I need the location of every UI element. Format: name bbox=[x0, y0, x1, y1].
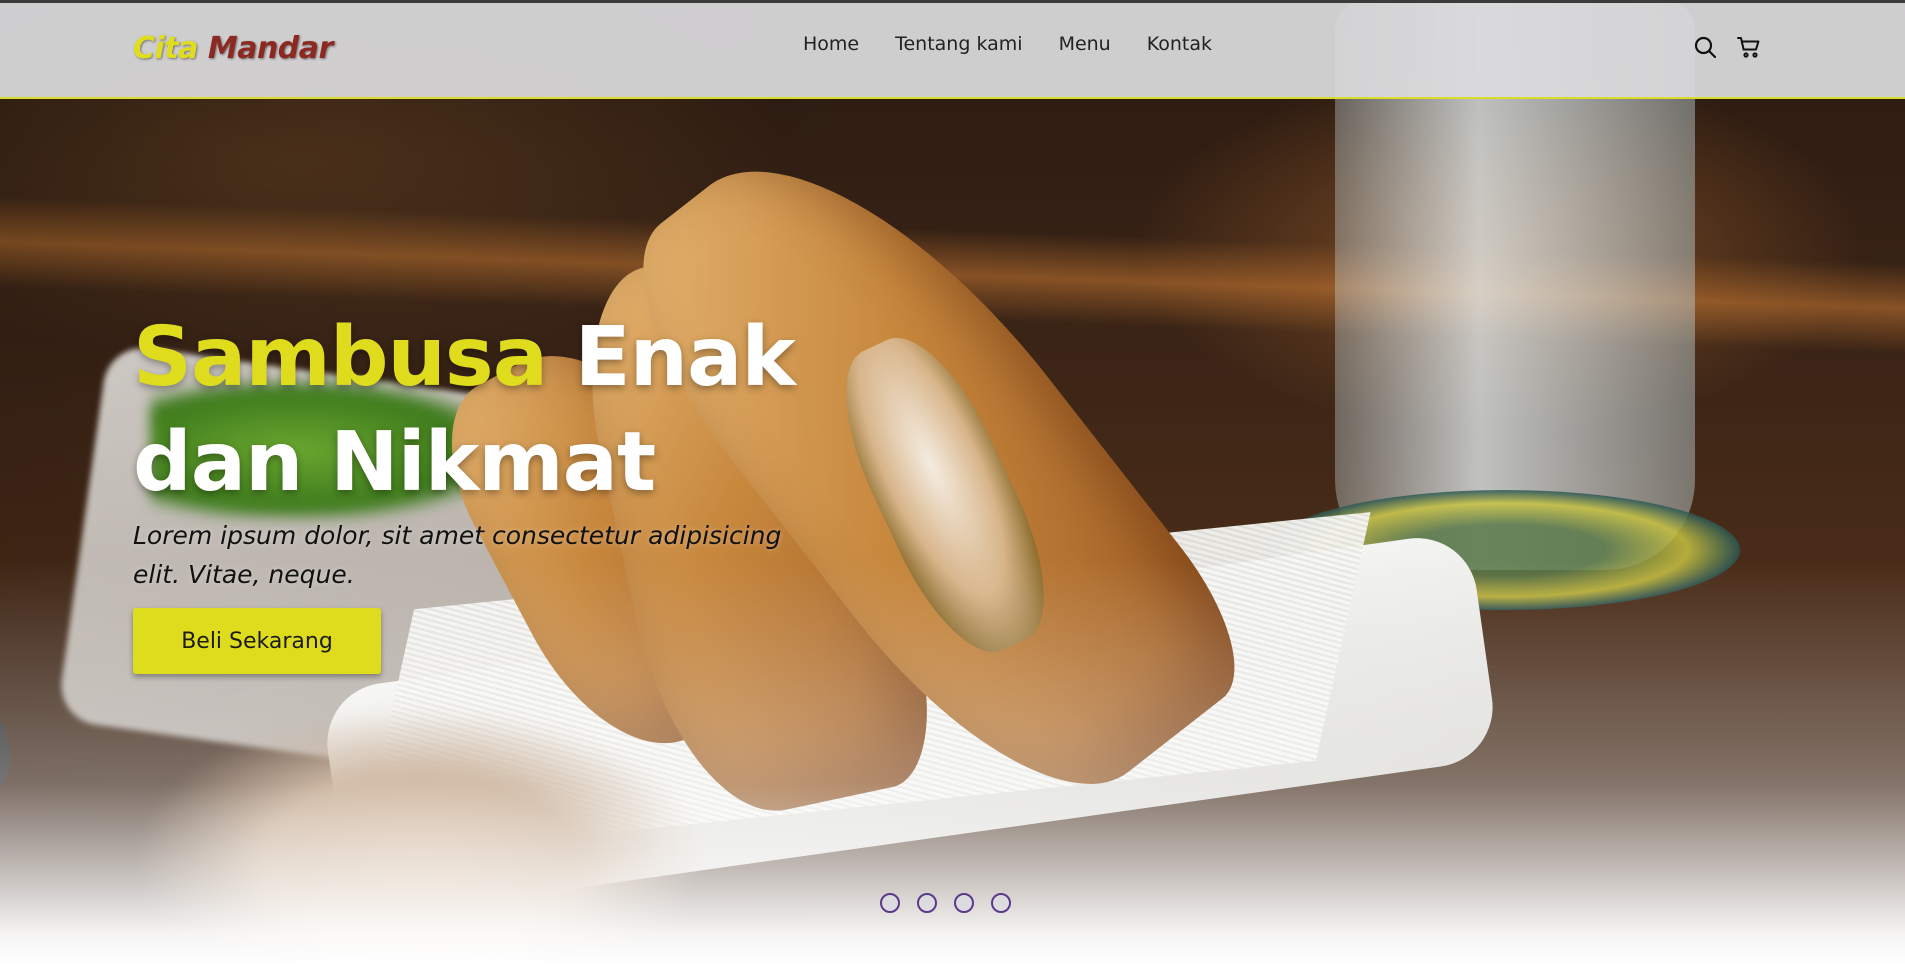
buy-now-button[interactable]: Beli Sekarang bbox=[133, 608, 381, 674]
hero-headline-rest: Enak bbox=[547, 310, 796, 405]
hero-headline-accent: Sambusa bbox=[133, 310, 548, 405]
nav-icons bbox=[1693, 35, 1761, 59]
hero-headline-line2: dan Nikmat bbox=[133, 415, 656, 510]
nav-link-home[interactable]: Home bbox=[803, 33, 859, 55]
hero-subtitle: Lorem ipsum dolor, sit amet consectetur … bbox=[133, 521, 782, 589]
nav-link-tentang-kami[interactable]: Tentang kami bbox=[895, 33, 1022, 55]
brand-logo[interactable]: Cita Mandar bbox=[133, 31, 333, 66]
search-icon[interactable] bbox=[1693, 35, 1717, 59]
slider-dot[interactable] bbox=[917, 893, 937, 913]
slider-dot[interactable] bbox=[991, 893, 1011, 913]
navbar: Cita Mandar Home Tentang kami Menu Konta… bbox=[0, 3, 1905, 99]
brand-logo-part1: Cita bbox=[133, 31, 198, 66]
nav-link-kontak[interactable]: Kontak bbox=[1147, 33, 1212, 55]
brand-logo-part2: Mandar bbox=[207, 31, 333, 66]
hero-headline: Sambusa Enak dan Nikmat bbox=[133, 305, 796, 515]
hero-headline-line1: Sambusa Enak bbox=[133, 305, 796, 410]
browser-top-edge bbox=[0, 0, 1905, 3]
nav-menu: Home Tentang kami Menu Kontak bbox=[803, 33, 1212, 55]
nav-link-menu[interactable]: Menu bbox=[1059, 33, 1111, 55]
slider-dots bbox=[880, 893, 1011, 913]
slider-dot[interactable] bbox=[954, 893, 974, 913]
landing-page: Cita Mandar Home Tentang kami Menu Konta… bbox=[0, 0, 1905, 966]
cart-icon[interactable] bbox=[1737, 35, 1761, 59]
slider-dot[interactable] bbox=[880, 893, 900, 913]
